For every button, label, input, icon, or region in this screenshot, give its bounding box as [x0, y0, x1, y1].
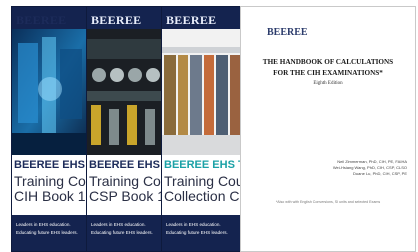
tagline-line-1: Leaders in EHS education.: [166, 222, 221, 227]
tagline-line-1: Leaders in EHS education.: [91, 222, 146, 227]
tagline-line-2: Educating future EHS leaders.: [166, 230, 228, 235]
tagline: Leaders in EHS education. Educating futu…: [166, 221, 228, 237]
title-band: BEEREE EHS Training Cours CSP Book 1: [87, 155, 161, 215]
book-brand-logo: BEEREE: [16, 13, 67, 27]
tagline-line-1: Leaders in EHS education.: [16, 222, 71, 227]
book-title-line-1: THE HANDBOOK OF CALCULATIONS: [262, 58, 394, 66]
book-edition: Eighth Edition: [313, 81, 343, 86]
tagline-band: Leaders in EHS education. Educating futu…: [162, 215, 240, 251]
tagline: Leaders in EHS education. Educating futu…: [91, 221, 153, 237]
series-name: BEEREE EHS T: [14, 159, 89, 171]
title-band: BEEREE EHS T Training Cours CIH Book 1: [12, 155, 88, 215]
tagline-line-2: Educating future EHS leaders.: [16, 230, 78, 235]
book-title: Training Cours Collection CSP: [164, 173, 240, 204]
tagline-band: Leaders in EHS education. Educating futu…: [87, 215, 161, 251]
book-title-line-1: Training Cours: [89, 173, 161, 189]
tagline-line-2: Educating future EHS leaders.: [91, 230, 153, 235]
series-name: BEEREE EHS T: [164, 159, 241, 171]
book-footnote: *Also with with English Conversions, SI …: [275, 200, 381, 204]
series-name: BEEREE EHS: [89, 159, 160, 171]
book-title: THE HANDBOOK OF CALCULATIONS FOR THE CIH…: [247, 57, 409, 79]
book-title-line-2: Collection CSP: [164, 188, 240, 204]
tagline: Leaders in EHS education. Educating futu…: [16, 221, 78, 237]
book-brand-logo: BEEREE: [267, 27, 308, 38]
book-cover-cih-book-1[interactable]: BEEREE BEEREE EHS T Training Cours CIH B…: [11, 6, 89, 252]
book-title: Training Cours CSP Book 1: [89, 173, 162, 204]
book-title-line-2: FOR THE CIH EXAMINATIONS*: [273, 69, 383, 77]
book-title-line-2: CIH Book 1: [14, 188, 86, 204]
book-title: Training Cours CIH Book 1: [14, 173, 88, 204]
book-authors: Neil Zimmerman, PhD, CIH, PE, FAIHA Wei-…: [333, 159, 407, 177]
cover-photo-library: [162, 29, 240, 155]
cover-photo-lab: [12, 29, 88, 155]
book-cover-csp-book-1[interactable]: BEEREE BEEREE EHS Training Cours CSP Boo…: [86, 6, 162, 252]
book-brand-logo: BEEREE: [166, 13, 217, 27]
book-brand-logo: BEEREE: [91, 13, 142, 27]
tagline-band: Leaders in EHS education. Educating futu…: [12, 215, 88, 251]
cover-photo-machinery: [87, 29, 161, 155]
book-title-line-1: Training Cours: [164, 173, 240, 189]
title-band: BEEREE EHS T Training Cours Collection C…: [162, 155, 240, 215]
book-cover-handbook[interactable]: BEEREE THE HANDBOOK OF CALCULATIONS FOR …: [240, 6, 416, 252]
book-title-line-1: Training Cours: [14, 173, 88, 189]
book-cover-collection-csp[interactable]: BEEREE BEEREE EHS T Training Cours Colle…: [161, 6, 241, 252]
book-title-line-2: CSP Book 1: [89, 188, 162, 204]
author-line-3: Duane Lu, PhD, CIH, CSP, PE: [353, 171, 407, 176]
